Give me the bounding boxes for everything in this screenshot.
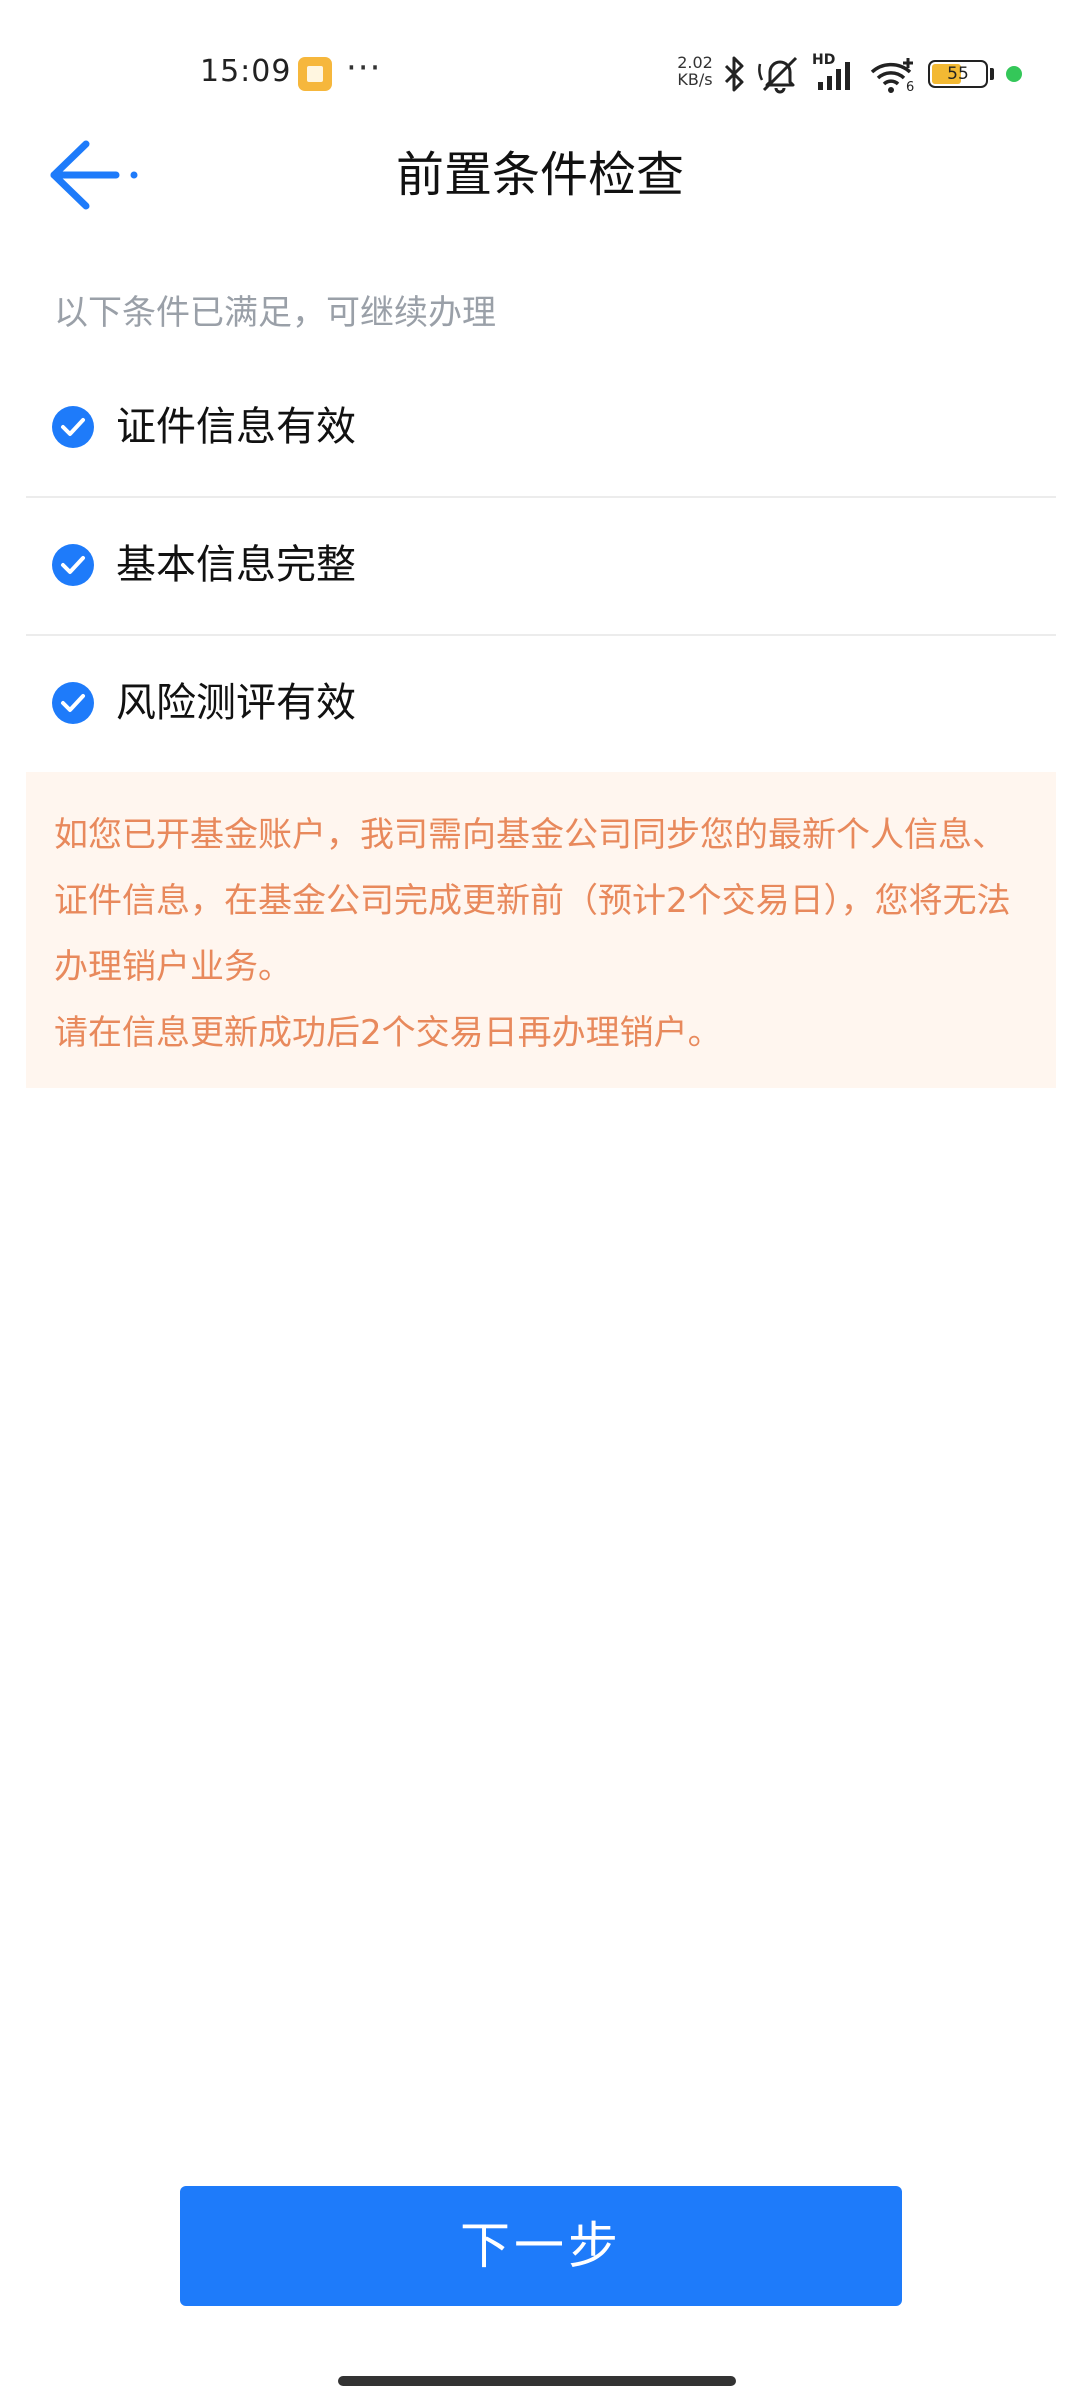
active-dot-icon: [1006, 66, 1022, 82]
screen: 15:09 ··· 2.02 KB/s HD 6 55 前置条件检查 以下条件已…: [0, 0, 1080, 2400]
condition-label: 风险测评有效: [116, 680, 356, 726]
signal-bars-icon: [818, 62, 850, 90]
network-speed-value: 2.02: [677, 53, 713, 72]
check-circle-icon: [52, 544, 94, 586]
condition-label: 基本信息完整: [116, 542, 356, 588]
battery-icon: 55: [928, 60, 988, 88]
status-time: 15:09: [200, 54, 292, 89]
notice-paragraph-sync: 如您已开基金账户，我司需向基金公司同步您的最新个人信息、证件信息，在基金公司完成…: [54, 815, 1011, 987]
condition-label: 证件信息有效: [116, 404, 356, 450]
network-speed: 2.02 KB/s: [672, 54, 718, 88]
signal-icon: HD: [812, 52, 858, 94]
battery-level: 55: [947, 64, 969, 84]
conditions-subtitle: 以下条件已满足，可继续办理: [54, 293, 496, 333]
more-notifications-icon: ···: [346, 48, 382, 88]
network-speed-unit: KB/s: [677, 70, 713, 89]
page-title: 前置条件检查: [395, 147, 684, 203]
back-button[interactable]: [40, 130, 150, 220]
condition-item-basic-info: 基本信息完整: [26, 496, 1056, 636]
wifi-label: 6: [906, 80, 915, 95]
check-circle-icon: [52, 406, 94, 448]
bluetooth-icon: [724, 56, 744, 92]
notice-paragraph-retry: 请在信息更新成功后2个交易日再办理销户。: [54, 1013, 722, 1053]
condition-item-risk-assessment: 风险测评有效: [26, 634, 1056, 772]
battery-cap: [990, 68, 994, 80]
mute-icon: [758, 56, 798, 94]
check-circle-icon: [52, 682, 94, 724]
status-bar: 15:09 ··· 2.02 KB/s HD 6 55: [0, 0, 1080, 140]
wifi-icon: 6: [868, 54, 918, 96]
arrow-left-icon: [50, 140, 138, 210]
condition-item-id-valid: 证件信息有效: [26, 358, 1056, 498]
home-indicator[interactable]: [338, 2376, 736, 2386]
note-app-icon: [298, 57, 332, 91]
notice-box: 如您已开基金账户，我司需向基金公司同步您的最新个人信息、证件信息，在基金公司完成…: [26, 772, 1056, 1088]
next-button[interactable]: 下一步: [180, 2186, 902, 2306]
